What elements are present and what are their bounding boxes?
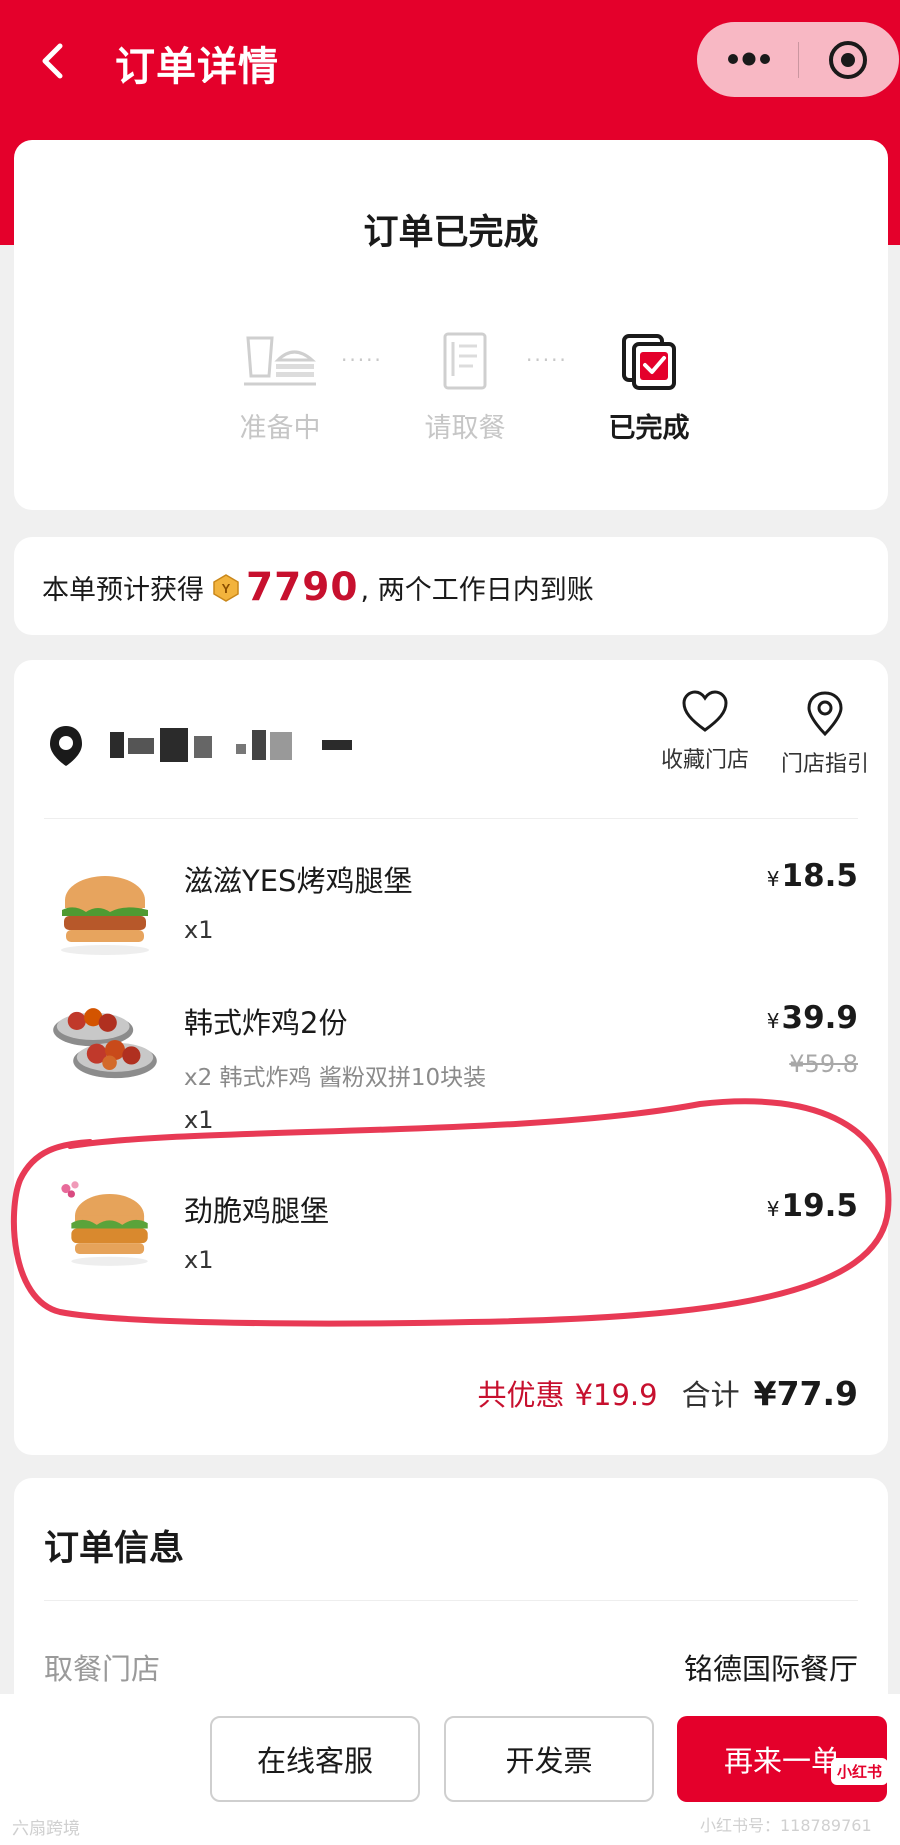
item-quantity: x1 [184,1106,214,1134]
item-price: ¥19.5 [767,1188,858,1224]
invoice-button[interactable]: 开发票 [444,1716,654,1802]
crispy-burger-image [61,1181,148,1266]
order-status-title: 订单已完成 [363,213,539,253]
item-name: 滋滋YES烤鸡腿堡 [184,864,413,898]
step-label: 已完成 [608,413,690,444]
currency-symbol: ¥ [766,867,780,891]
step-connector: ····· [341,348,383,372]
store-directions-button[interactable]: 门店指引 [770,690,880,778]
receipt-icon [443,332,487,390]
discount-label: 共优惠 [477,1378,565,1412]
preparing-icon [244,336,316,386]
item-name: 韩式炸鸡2份 [184,1006,348,1040]
points-message: 本单预计获得 Y 7790 , 两个工作日内到账 [42,565,594,610]
item-original-price: ¥59.8 [789,1050,858,1078]
item-description: x2 韩式炸鸡 酱粉双拼10块装 [184,1065,487,1091]
points-card: 本单预计获得 Y 7790 , 两个工作日内到账 [14,537,888,635]
svg-text:Y: Y [222,581,231,596]
xiaohongshu-id-watermark: 小红书号：118789761 [700,1816,872,1835]
item-name: 劲脆鸡腿堡 [184,1194,330,1228]
discount-summary: 共优惠 ¥19.9 [478,1372,658,1414]
order-info-title: 订单信息 [44,1529,185,1569]
step-label: 准备中 [239,413,321,444]
location-pin-icon [807,691,843,737]
heart-icon [682,690,728,732]
order-totals: 共优惠 ¥19.9 合计 ¥77.9 [478,1372,858,1414]
step-pickup: 请取餐 [395,330,535,445]
total-amount: ¥77.9 [753,1374,858,1413]
close-miniprogram-icon[interactable] [827,39,869,81]
completed-bag-icon [622,334,676,390]
item-price: ¥18.5 [767,858,858,894]
pickup-store-value: 铭德国际餐厅 [683,1652,858,1686]
burger-image [61,876,149,955]
step-completed: 已完成 [579,330,719,445]
discount-amount: ¥19.9 [574,1378,658,1412]
item-price-value: 18.5 [781,858,859,894]
online-service-button[interactable]: 在线客服 [210,1716,420,1802]
store-name-blurred [110,728,356,764]
points-amount: 7790 [246,565,359,610]
pickup-store-label: 取餐门店 [44,1652,161,1686]
page-title: 订单详情 [115,44,279,90]
currency-symbol: ¥ [766,1009,780,1033]
points-suffix: , 两个工作日内到账 [360,575,594,606]
store-location-icon [50,726,82,766]
back-arrow-icon[interactable] [30,36,80,86]
item-price-value: 19.5 [781,1188,859,1224]
order-items-card: 收藏门店 门店指引 滋滋YES烤鸡腿堡 x1 ¥18.5 韩式炸鸡2份 x2 韩… [14,660,888,1455]
capsule-separator [798,42,799,78]
coin-icon: Y [213,573,239,602]
left-watermark: 六扇跨境 [12,1819,80,1839]
step-connector: ····· [526,348,568,372]
xiaohongshu-watermark: 小红书 [830,1758,888,1785]
order-status-card: 订单已完成 准备中 ····· 请取餐 ····· 已完成 [14,140,888,510]
favorite-store-button[interactable]: 收藏门店 [650,690,760,774]
points-prefix: 本单预计获得 [42,575,204,606]
item-price-value: 39.9 [781,1000,859,1036]
divider [44,1600,858,1601]
miniprogram-capsule [697,22,899,97]
item-quantity: x1 [184,1246,214,1274]
step-preparing: 准备中 [210,330,350,445]
item-price: ¥39.9 [767,1000,858,1036]
item-quantity: x1 [184,916,214,944]
step-label: 请取餐 [424,413,506,444]
divider [44,818,858,819]
total-label: 合计 [681,1378,740,1412]
store-directions-label: 门店指引 [780,752,869,777]
currency-symbol: ¥ [766,1197,780,1221]
fried-chicken-image [53,1008,157,1079]
more-icon[interactable] [719,39,779,79]
favorite-store-label: 收藏门店 [660,748,749,773]
